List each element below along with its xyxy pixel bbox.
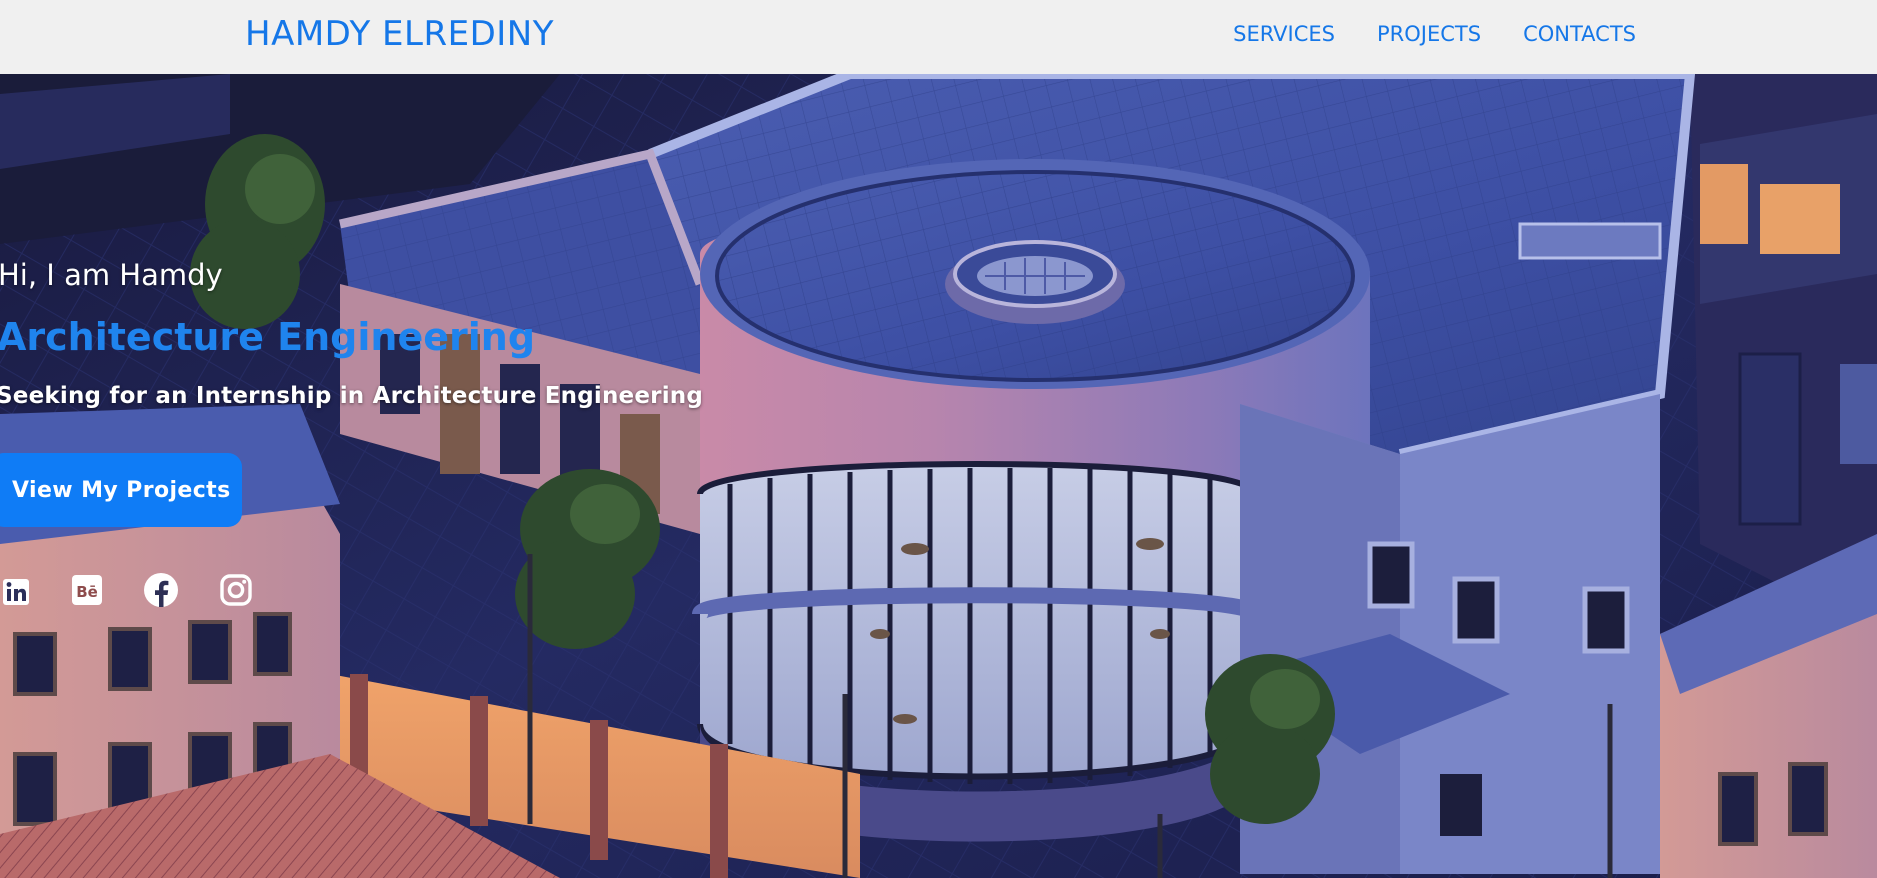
facebook-link[interactable] (141, 570, 181, 610)
top-navbar: HAMDY ELREDINY SERVICES PROJECTS CONTACT… (0, 0, 1877, 74)
hero-section (0, 74, 1877, 878)
svg-text:Bē: Bē (76, 583, 98, 601)
nav-link-projects[interactable]: PROJECTS (1377, 22, 1481, 46)
behance-link[interactable]: Bē (67, 570, 107, 610)
behance-icon: Bē (72, 575, 102, 605)
brand-logo-link[interactable]: HAMDY ELREDINY (245, 14, 554, 54)
hero-background-image (0, 74, 1877, 878)
instagram-link[interactable] (216, 570, 256, 610)
instagram-icon (220, 574, 252, 606)
nav-link-contacts[interactable]: CONTACTS (1523, 22, 1636, 46)
nav-link-services[interactable]: SERVICES (1233, 22, 1335, 46)
facebook-icon (144, 573, 178, 607)
view-projects-button[interactable]: View My Projects (0, 453, 242, 527)
linkedin-link[interactable] (0, 570, 34, 610)
landing-page: HAMDY ELREDINY SERVICES PROJECTS CONTACT… (0, 0, 1877, 878)
linkedin-icon (3, 579, 29, 605)
main-nav: SERVICES PROJECTS CONTACTS (1233, 22, 1636, 46)
